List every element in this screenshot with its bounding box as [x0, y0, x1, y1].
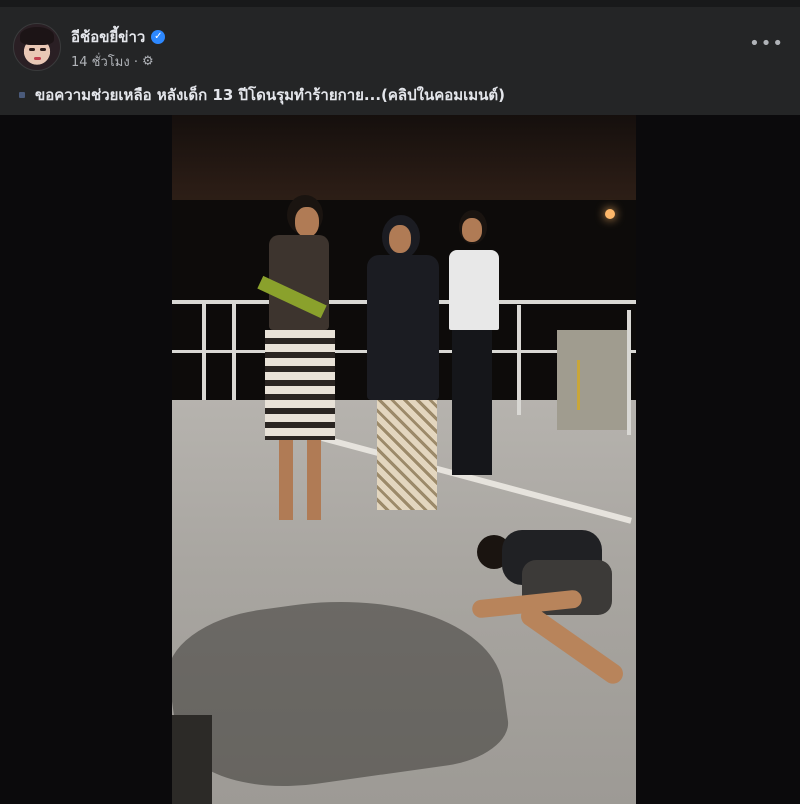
person-face	[389, 225, 411, 253]
avatar-eye	[40, 48, 46, 51]
person-leg	[307, 440, 321, 520]
black-pants	[452, 330, 492, 475]
author-name[interactable]: อีช้อขยี้ข่าว	[71, 25, 145, 49]
author-avatar[interactable]	[13, 23, 61, 71]
striped-shorts	[265, 330, 335, 440]
black-hoodie	[367, 255, 439, 400]
post-time[interactable]: 14 ชั่วโมง ·	[71, 51, 138, 72]
white-shirt	[449, 250, 499, 330]
utility-box	[557, 330, 627, 430]
railing-post	[232, 300, 236, 400]
box-marking	[577, 360, 580, 410]
video-frame[interactable]	[172, 115, 636, 804]
foreground-object	[172, 715, 212, 804]
person-hoodie	[362, 215, 442, 515]
person-face	[295, 207, 319, 237]
avatar-mouth	[34, 57, 41, 60]
author-row: อีช้อขยี้ข่าว ✓	[71, 25, 166, 49]
video-player[interactable]	[0, 115, 800, 804]
post-caption: ขอความช่วยเหลือ หลังเด็ก 13 ปีโดนรุมทำร้…	[19, 83, 505, 107]
verified-badge-icon: ✓	[151, 30, 166, 44]
person-standing-left	[257, 195, 337, 525]
caption-text: ขอความช่วยเหลือ หลังเด็ก 13 ปีโดนรุมทำร้…	[35, 86, 505, 104]
railing-post	[202, 300, 206, 400]
person-white-shirt	[444, 210, 504, 480]
person-leg	[517, 602, 627, 688]
post-meta: 14 ชั่วโมง · ⚙	[71, 51, 154, 72]
avatar-hair	[20, 27, 54, 45]
patterned-pants	[377, 400, 437, 510]
railing-post	[517, 305, 521, 415]
railing-post	[627, 310, 631, 435]
top-bar	[0, 0, 800, 7]
post-header: อีช้อขยี้ข่าว ✓ 14 ชั่วโมง · ⚙ ••• ขอควา…	[0, 7, 800, 115]
distant-light	[605, 209, 615, 219]
caption-bullet-icon	[19, 92, 25, 98]
person-leg	[279, 440, 293, 520]
gear-icon[interactable]: ⚙	[142, 54, 154, 69]
person-face	[462, 218, 482, 242]
avatar-eye	[29, 48, 35, 51]
person-lying-on-ground	[471, 525, 636, 745]
more-options-icon[interactable]: •••	[749, 33, 784, 54]
